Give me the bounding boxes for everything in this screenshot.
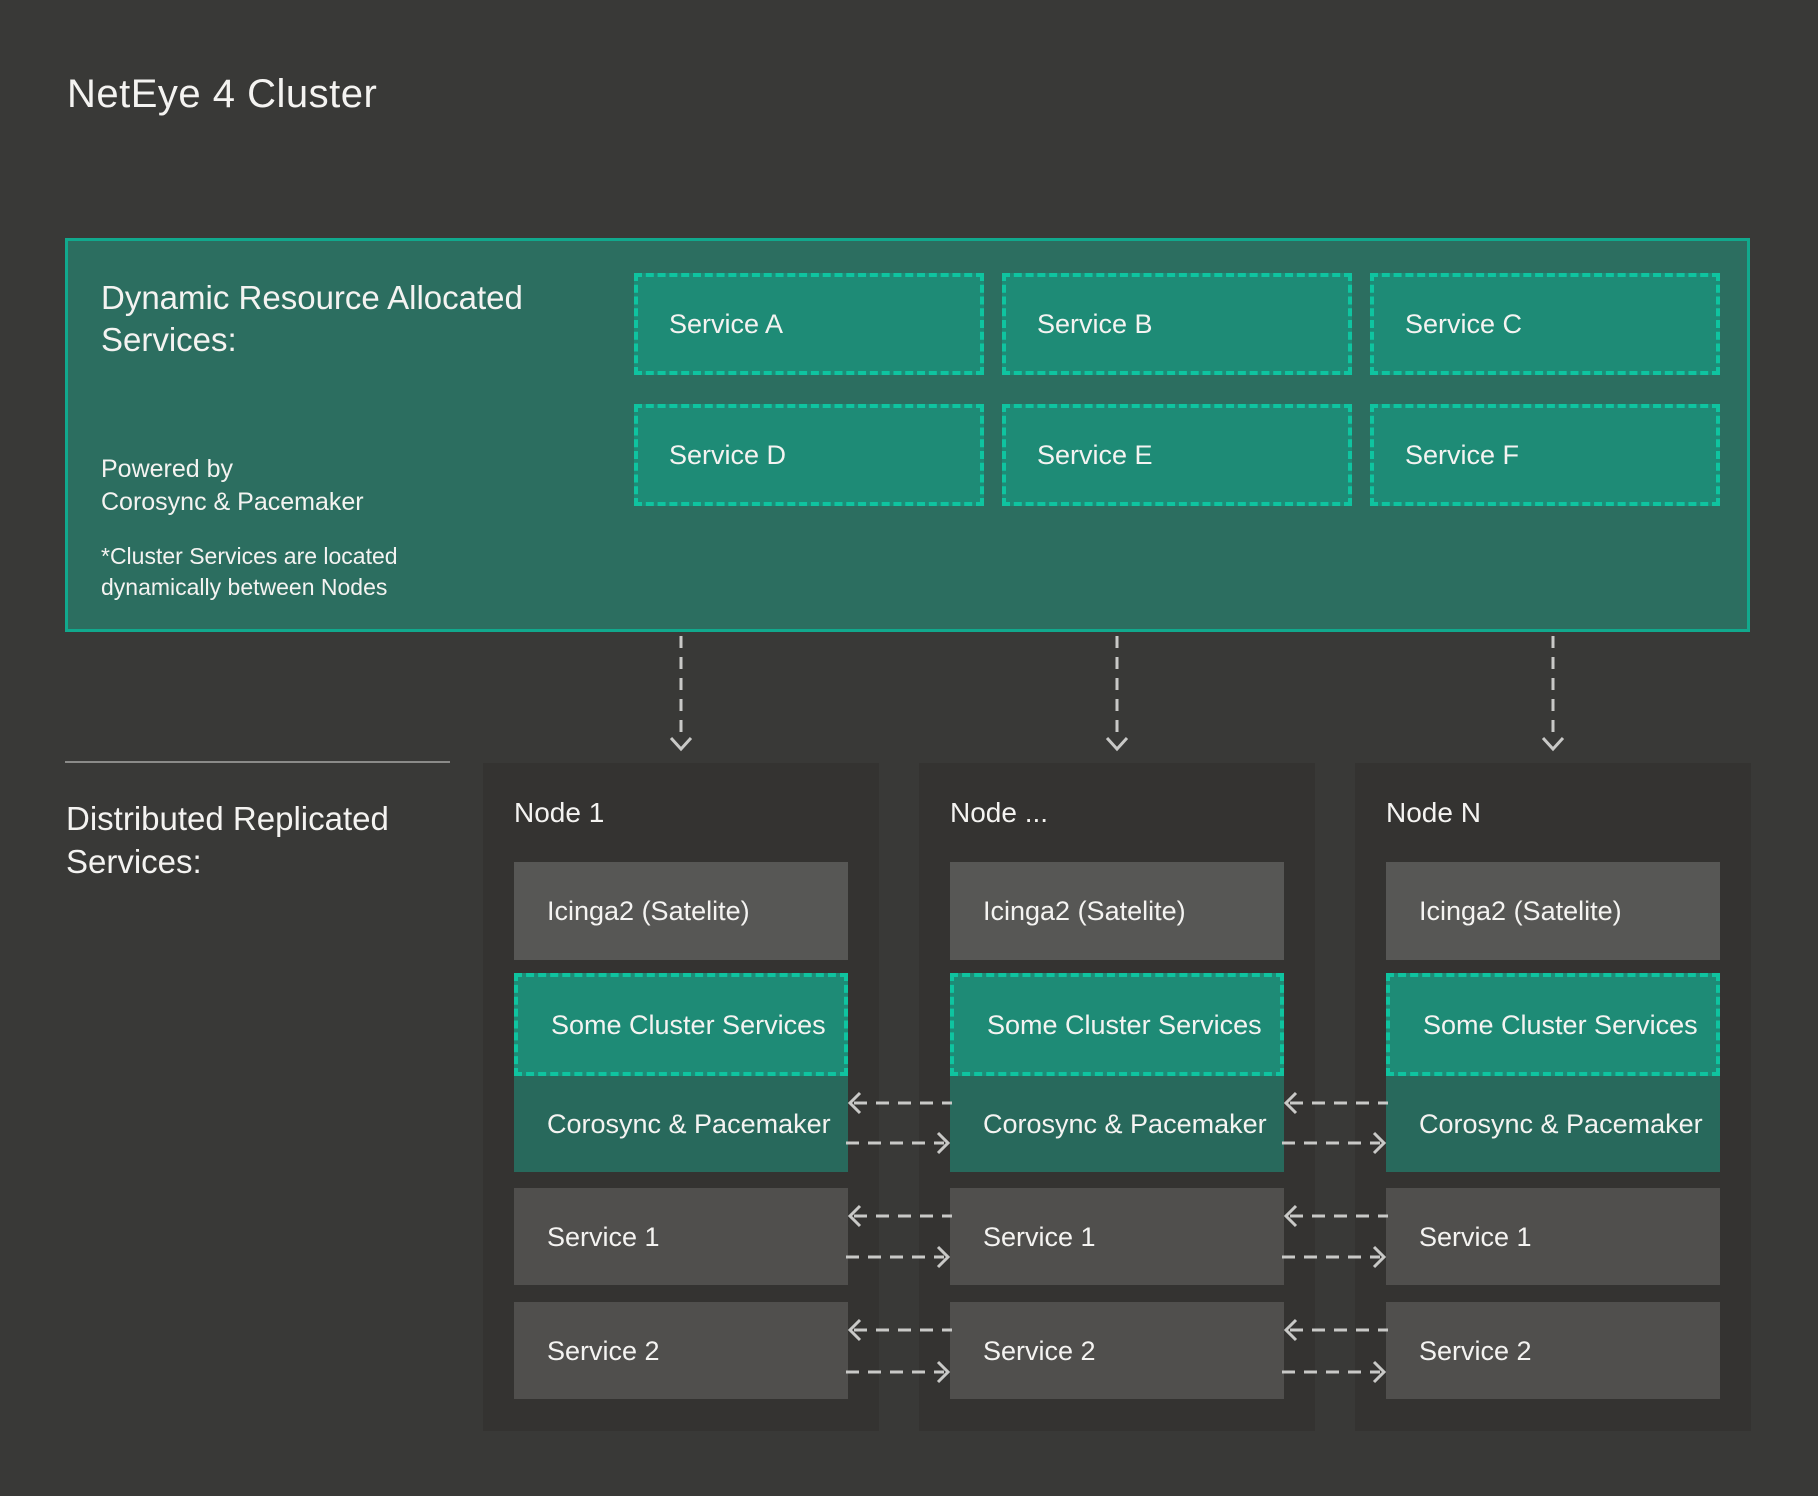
node-card-middle: Node ... Icinga2 (Satelite) Some Cluster…	[919, 763, 1315, 1431]
node-n-icinga2-box: Icinga2 (Satelite)	[1386, 862, 1720, 960]
service-box-d: Service D	[634, 404, 984, 506]
service-box-e: Service E	[1002, 404, 1352, 506]
dashed-arrow-left-icon	[1282, 1203, 1388, 1229]
page-title: NetEye 4 Cluster	[67, 72, 377, 117]
node-middle-icinga2-box: Icinga2 (Satelite)	[950, 862, 1284, 960]
node-1-title: Node 1	[514, 797, 604, 829]
dashed-arrow-right-icon	[846, 1130, 952, 1156]
node-1-corosync-box: Corosync & Pacemaker	[514, 1076, 848, 1172]
powered-by-line2: Corosync & Pacemaker	[101, 486, 364, 519]
node-card-1: Node 1 Icinga2 (Satelite) Some Cluster S…	[483, 763, 879, 1431]
dashed-arrow-right-icon	[1282, 1130, 1388, 1156]
node-middle-cluster-services-box: Some Cluster Services	[950, 973, 1284, 1076]
dashed-arrow-down-icon	[668, 636, 694, 754]
dashed-arrow-left-icon	[1282, 1317, 1388, 1343]
dynamic-services-heading: Dynamic Resource Allocated Services:	[101, 277, 571, 361]
dashed-arrow-left-icon	[846, 1203, 952, 1229]
node-n-service-2-box: Service 2	[1386, 1302, 1720, 1399]
node-n-cluster-services-box: Some Cluster Services	[1386, 973, 1720, 1076]
powered-by-label: Powered by Corosync & Pacemaker	[101, 453, 364, 519]
dashed-arrow-right-icon	[1282, 1244, 1388, 1270]
dashed-arrow-down-icon	[1540, 636, 1566, 754]
node-1-icinga2-box: Icinga2 (Satelite)	[514, 862, 848, 960]
note-line1: *Cluster Services are located	[101, 541, 398, 572]
node-card-n: Node N Icinga2 (Satelite) Some Cluster S…	[1355, 763, 1751, 1431]
dashed-arrow-left-icon	[846, 1317, 952, 1343]
node-n-service-1-box: Service 1	[1386, 1188, 1720, 1285]
node-middle-service-1-box: Service 1	[950, 1188, 1284, 1285]
node-1-cluster-services-box: Some Cluster Services	[514, 973, 848, 1076]
node-1-service-2-box: Service 2	[514, 1302, 848, 1399]
service-box-f: Service F	[1370, 404, 1720, 506]
neteye-cluster-diagram: NetEye 4 Cluster Dynamic Resource Alloca…	[0, 0, 1818, 1496]
service-box-c: Service C	[1370, 273, 1720, 375]
powered-by-line1: Powered by	[101, 453, 364, 486]
dashed-arrow-left-icon	[1282, 1090, 1388, 1116]
node-n-title: Node N	[1386, 797, 1481, 829]
node-1-service-1-box: Service 1	[514, 1188, 848, 1285]
service-box-b: Service B	[1002, 273, 1352, 375]
note-line2: dynamically between Nodes	[101, 572, 398, 603]
node-n-corosync-box: Corosync & Pacemaker	[1386, 1076, 1720, 1172]
node-middle-corosync-box: Corosync & Pacemaker	[950, 1076, 1284, 1172]
dynamic-services-container: Dynamic Resource Allocated Services: Pow…	[65, 238, 1750, 632]
service-box-a: Service A	[634, 273, 984, 375]
dashed-arrow-right-icon	[846, 1244, 952, 1270]
section-divider	[65, 761, 450, 763]
dynamic-services-grid: Service A Service B Service C Service D …	[634, 273, 1720, 506]
dashed-arrow-left-icon	[846, 1090, 952, 1116]
distributed-services-heading: Distributed Replicated Services:	[66, 797, 446, 883]
dashed-arrow-down-icon	[1104, 636, 1130, 754]
node-middle-service-2-box: Service 2	[950, 1302, 1284, 1399]
dashed-arrow-right-icon	[846, 1359, 952, 1385]
node-middle-title: Node ...	[950, 797, 1048, 829]
cluster-services-note: *Cluster Services are located dynamicall…	[101, 541, 398, 603]
dashed-arrow-right-icon	[1282, 1359, 1388, 1385]
